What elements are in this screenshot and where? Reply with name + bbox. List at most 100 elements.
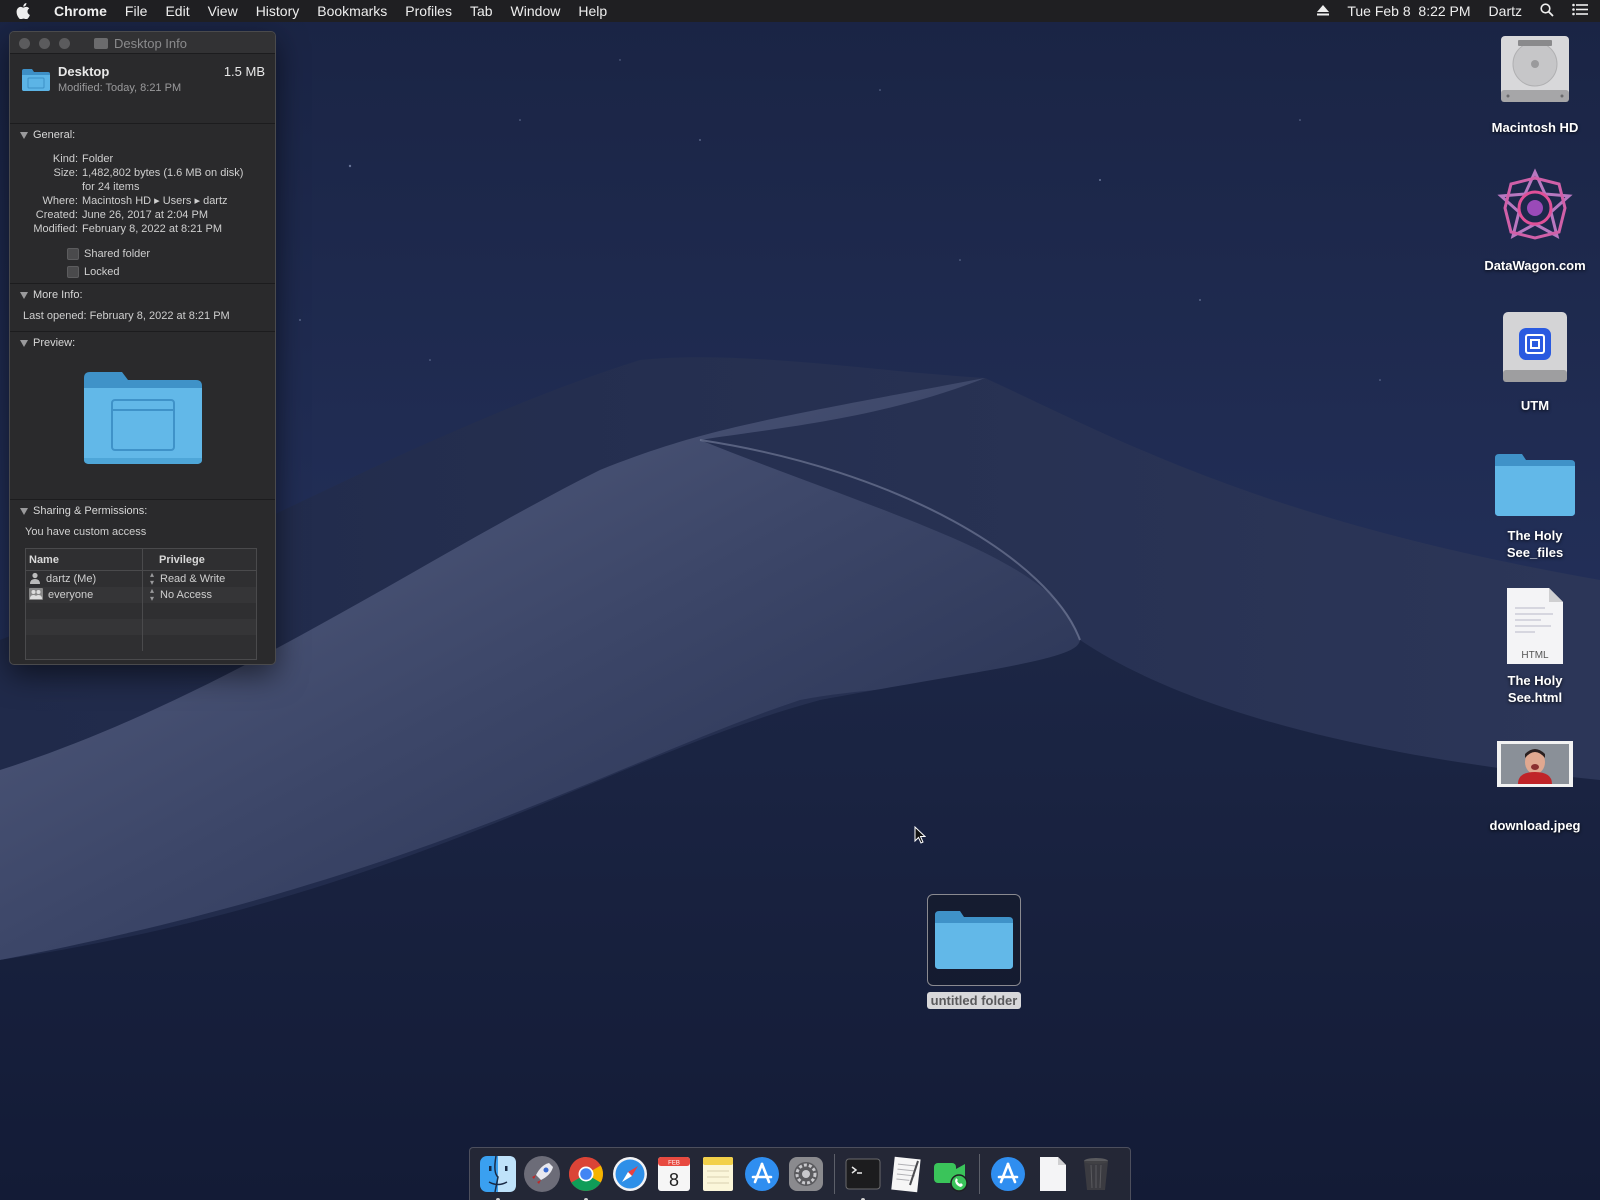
menu-clock[interactable]: Tue Feb 8 8:22 PM <box>1347 3 1470 19</box>
notification-center-icon[interactable] <box>1572 3 1588 19</box>
menu-app-name[interactable]: Chrome <box>54 3 107 19</box>
desktop-icon-utm[interactable]: UTM <box>1475 308 1595 414</box>
menu-edit[interactable]: Edit <box>165 3 189 19</box>
preview-section-header[interactable]: Preview: <box>10 332 275 354</box>
dock-safari[interactable] <box>610 1154 650 1194</box>
eject-icon[interactable] <box>1317 3 1330 19</box>
size-row-2: for 24 items <box>10 180 275 194</box>
where-value: Macintosh HD ▸ Users ▸ dartz <box>82 195 228 207</box>
calendar-day: 8 <box>669 1170 679 1190</box>
hard-drive-icon <box>1475 32 1595 113</box>
disclosure-triangle-icon[interactable] <box>20 507 28 515</box>
permissions-table: Name Privilege dartz (Me) ▴ ▾ Read & Writ… <box>25 548 257 660</box>
updown-arrows-icon: ▴ ▾ <box>149 570 154 587</box>
desktop-icon-holy-see-html[interactable]: HTML The Holy See.html <box>1475 586 1595 706</box>
privilege-popup[interactable]: ▴ ▾ No Access <box>143 587 256 603</box>
menu-history[interactable]: History <box>256 3 300 19</box>
dock-notes[interactable] <box>698 1154 738 1194</box>
size-value: 1,482,802 bytes (1.6 MB on disk) <box>82 167 244 179</box>
dock-chrome[interactable] <box>566 1154 606 1200</box>
calendar-icon: FEB 8 <box>658 1157 690 1191</box>
disclosure-triangle-icon[interactable] <box>20 291 28 299</box>
label-line: The Holy <box>1507 528 1563 543</box>
dock-app-store[interactable] <box>742 1154 782 1194</box>
doc-type-label: HTML <box>1521 650 1549 661</box>
section-title: More Info: <box>33 289 83 301</box>
menu-profiles[interactable]: Profiles <box>405 3 452 19</box>
app-store-icon <box>745 1157 779 1191</box>
shared-folder-checkbox-row[interactable]: Shared folder <box>67 248 150 260</box>
apple-menu-icon[interactable] <box>16 3 40 19</box>
dock-finder[interactable] <box>478 1154 518 1200</box>
section-title: General: <box>33 129 76 141</box>
dock-system-preferences[interactable] <box>786 1154 826 1194</box>
desktop-icon-macintosh-hd[interactable]: Macintosh HD <box>1475 32 1595 136</box>
single-user-icon <box>29 572 41 587</box>
disclosure-triangle-icon[interactable] <box>20 339 28 347</box>
label-line: See_files <box>1506 545 1564 560</box>
compass-icon <box>613 1157 647 1191</box>
updown-arrows-icon: ▴ ▾ <box>149 586 154 603</box>
dock-document[interactable] <box>1032 1154 1072 1194</box>
desktop-icon-label: download.jpeg <box>1489 818 1581 833</box>
desktop-icon-untitled-folder[interactable]: untitled folder <box>921 894 1027 1010</box>
dock: FEB 8 <box>469 1147 1131 1200</box>
created-label: Created: <box>35 209 78 221</box>
sharing-section-header[interactable]: Sharing & Permissions: <box>10 500 275 522</box>
untitled-folder-label[interactable]: untitled folder <box>926 992 1022 1009</box>
dock-trash[interactable] <box>1076 1154 1116 1194</box>
table-row[interactable]: everyone ▴ ▾ No Access <box>26 587 256 603</box>
kind-label: Kind: <box>52 153 78 165</box>
info-header: Desktop 1.5 MB Modified: Today, 8:21 PM <box>10 54 275 124</box>
html-document-icon: HTML <box>1505 586 1565 666</box>
disclosure-triangle-icon[interactable] <box>20 131 28 139</box>
info-window-titlebar[interactable]: Desktop Info <box>10 32 275 54</box>
table-row[interactable]: dartz (Me) ▴ ▾ Read & Write <box>26 571 256 587</box>
created-value: June 26, 2017 at 2:04 PM <box>82 209 208 221</box>
menu-tab[interactable]: Tab <box>470 3 493 19</box>
locked-checkbox-row[interactable]: Locked <box>67 266 119 278</box>
dock-textedit[interactable] <box>887 1154 927 1194</box>
facetime-icon <box>934 1163 968 1192</box>
dock-launchpad[interactable] <box>522 1154 562 1194</box>
dock-calendar[interactable]: FEB 8 <box>654 1154 694 1194</box>
privilege-popup[interactable]: ▴ ▾ Read & Write <box>143 571 256 587</box>
locked-checkbox[interactable] <box>67 266 79 278</box>
dock-downloads-stack[interactable] <box>988 1154 1028 1194</box>
desktop-icon-label: DataWagon.com <box>1484 258 1586 273</box>
permissions-table-header: Name Privilege <box>26 549 256 571</box>
item-modified: Modified: Today, 8:21 PM <box>58 82 182 94</box>
menu-file[interactable]: File <box>125 3 148 19</box>
shared-folder-checkbox[interactable] <box>67 248 79 260</box>
preview-section: Preview: <box>10 332 275 500</box>
more-info-section: More Info: Last opened: February 8, 2022… <box>10 284 275 332</box>
modified-value: February 8, 2022 at 8:21 PM <box>82 223 223 235</box>
zoom-window-button[interactable] <box>59 38 70 49</box>
general-section-header[interactable]: General: <box>10 124 275 146</box>
label-line: The Holy <box>1507 673 1563 688</box>
menu-view[interactable]: View <box>208 3 238 19</box>
column-header-privilege[interactable]: Privilege <box>143 549 256 570</box>
menu-help[interactable]: Help <box>578 3 607 19</box>
where-row: Where: Macintosh HD ▸ Users ▸ dartz <box>10 194 275 208</box>
more-info-section-header[interactable]: More Info: <box>10 284 275 306</box>
menu-user[interactable]: Dartz <box>1489 3 1522 19</box>
dock-facetime[interactable] <box>931 1154 971 1194</box>
desktop-icon-download-jpeg[interactable]: download.jpeg <box>1475 740 1595 834</box>
column-header-name[interactable]: Name <box>26 549 143 570</box>
minimize-window-button[interactable] <box>39 38 50 49</box>
close-window-button[interactable] <box>19 38 30 49</box>
desktop-icon-holy-see-files[interactable]: The Holy See_files <box>1475 452 1595 561</box>
created-row: Created: June 26, 2017 at 2:04 PM <box>10 208 275 222</box>
size-label: Size: <box>53 167 78 179</box>
dock-terminal[interactable] <box>843 1154 883 1200</box>
permission-user-cell: dartz (Me) <box>26 571 143 587</box>
menu-bookmarks[interactable]: Bookmarks <box>317 3 387 19</box>
folder-icon <box>21 68 51 95</box>
permission-user-name: everyone <box>48 589 94 601</box>
menu-window[interactable]: Window <box>511 3 561 19</box>
mouse-pointer-icon <box>914 825 927 849</box>
spotlight-search-icon[interactable] <box>1540 2 1554 20</box>
desktop-icon-datawagon[interactable]: DataWagon.com <box>1475 168 1595 274</box>
